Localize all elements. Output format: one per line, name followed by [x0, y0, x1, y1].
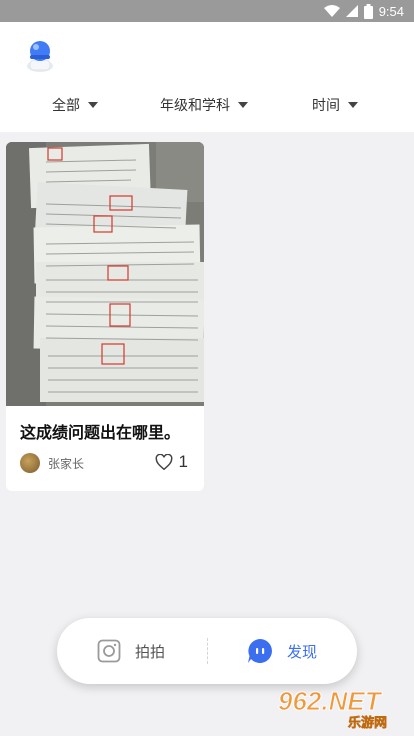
filter-grade-subject[interactable]: 年级和学科 — [160, 92, 248, 118]
discover-icon — [248, 639, 272, 663]
watermark-logo: 962.NET 乐游网 — [278, 686, 388, 732]
status-bar: 9:54 — [0, 0, 414, 22]
tab-paipai-label: 拍拍 — [135, 642, 166, 661]
filter-time[interactable]: 时间 — [312, 92, 358, 118]
cellular-signal-icon — [345, 5, 358, 17]
svg-text:乐游网: 乐游网 — [348, 715, 387, 730]
camera-icon — [97, 639, 121, 663]
post-image[interactable] — [6, 142, 204, 406]
app-logo-icon — [27, 41, 53, 72]
status-icons: 9:54 — [323, 2, 404, 20]
watermark: 962.NET 乐游网 — [278, 686, 408, 732]
filter-all[interactable]: 全部 — [52, 92, 98, 118]
filter-time-label: 时间 — [312, 98, 340, 114]
tab-paipai[interactable]: 拍拍 — [97, 618, 165, 684]
author-name: 张家长 — [48, 456, 85, 471]
filter-all-label: 全部 — [52, 98, 80, 114]
tab-discover-label: 发现 — [287, 642, 318, 661]
chevron-down-icon — [238, 102, 248, 108]
like-button[interactable]: 1 — [155, 452, 188, 472]
status-time: 9:54 — [378, 3, 404, 19]
tab-discover[interactable]: 发现 — [247, 618, 317, 684]
heart-icon — [155, 454, 172, 470]
tab-divider — [207, 638, 208, 664]
svg-text:962.NET: 962.NET — [278, 686, 383, 716]
bottom-tab-bar: 拍拍 发现 — [57, 618, 357, 684]
header: 全部 年级和学科 时间 — [0, 22, 414, 132]
post-card[interactable]: 这成绩问题出在哪里。 张家长 1 — [6, 142, 204, 491]
post-title[interactable]: 这成绩问题出在哪里。 — [20, 419, 180, 443]
chevron-down-icon — [348, 102, 358, 108]
filter-bar: 全部 年级和学科 时间 — [0, 92, 414, 118]
chevron-down-icon — [88, 102, 98, 108]
wifi-icon — [323, 5, 340, 17]
avatar — [20, 453, 40, 473]
battery-icon — [363, 3, 373, 19]
like-count: 1 — [178, 452, 188, 471]
post-author[interactable]: 张家长 — [20, 453, 84, 473]
filter-grade-subject-label: 年级和学科 — [160, 98, 230, 114]
